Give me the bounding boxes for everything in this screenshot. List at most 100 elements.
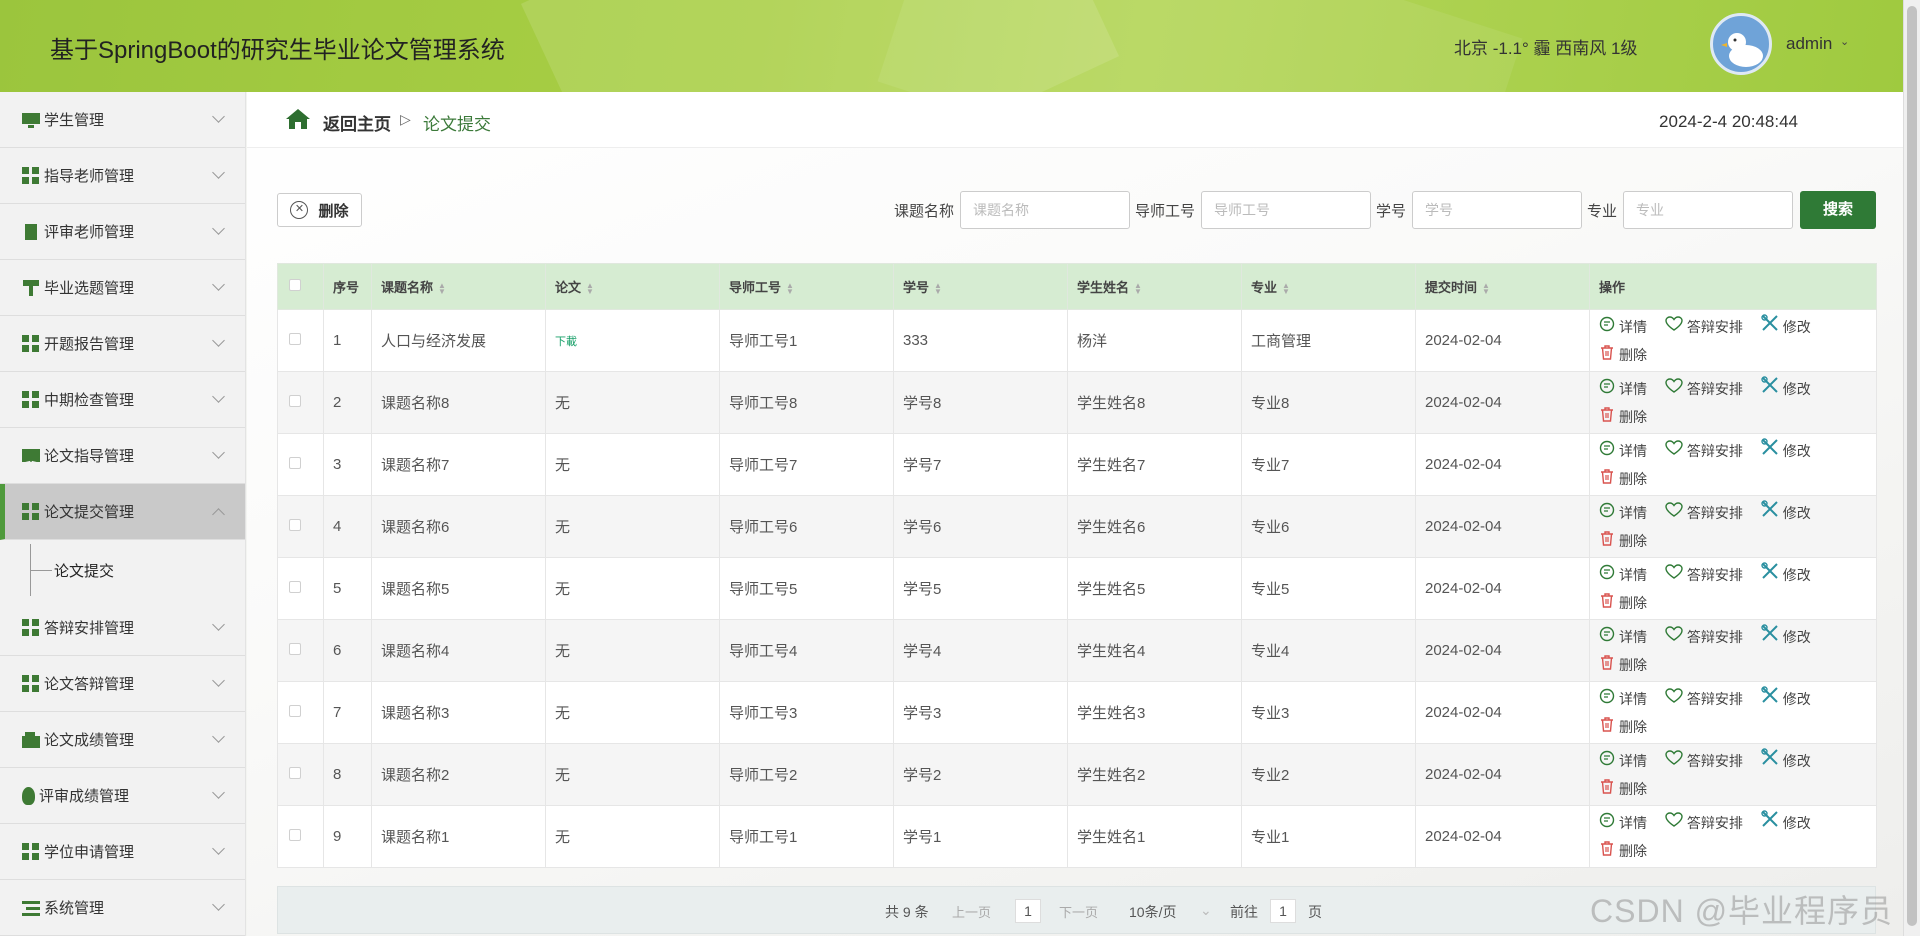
column-header: 操作 [1589,263,1877,310]
sidebar-item-proposal[interactable]: 开题报告管理 [0,316,245,372]
sidebar-item-reviewers[interactable]: 评审老师管理 [0,204,245,260]
arrange-defense-button[interactable]: 答辩安排 [1665,437,1743,465]
delete-button[interactable]: 删除 [1599,465,1647,493]
detail-button[interactable]: 详情 [1599,623,1647,651]
arrange-defense-button[interactable]: 答辩安排 [1665,747,1743,775]
detail-button[interactable]: 详情 [1599,499,1647,527]
scrollbar[interactable] [1903,0,1920,936]
search-button[interactable]: 搜索 [1800,191,1876,229]
edit-button[interactable]: 修改 [1761,685,1811,713]
user-menu[interactable]: admin [1786,34,1832,54]
detail-button[interactable]: 详情 [1599,809,1647,837]
row-checkbox[interactable] [277,557,324,620]
row-checkbox[interactable] [277,371,324,434]
prev-page-button[interactable]: 上一页 [952,902,991,921]
column-header[interactable]: 课题名称 ▲ ▼ [371,263,546,310]
detail-icon [1599,623,1619,651]
detail-button[interactable]: 详情 [1599,313,1647,341]
search-title-input[interactable]: 课题名称 [960,191,1130,229]
row-checkbox[interactable] [277,805,324,868]
column-header[interactable]: 学生姓名 ▲ ▼ [1067,263,1242,310]
sidebar-item-tutors[interactable]: 指导老师管理 [0,148,245,204]
column-header[interactable]: 提交时间 ▲ ▼ [1415,263,1590,310]
scissors-icon [1761,747,1783,775]
download-link[interactable]: 下載 [555,336,577,348]
sidebar-item-topics[interactable]: 毕业选题管理 [0,260,245,316]
sidebar-item-midterm[interactable]: 中期检查管理 [0,372,245,428]
delete-button[interactable]: 删除 [1599,341,1647,369]
edit-button[interactable]: 修改 [1761,747,1811,775]
chevron-down-icon[interactable]: ⌄ [1200,902,1212,919]
cell-paper[interactable]: 下載 [545,309,720,372]
arrange-defense-button[interactable]: 答辩安排 [1665,313,1743,341]
detail-button[interactable]: 详情 [1599,747,1647,775]
delete-button[interactable]: 删除 [1599,527,1647,555]
sidebar-item-paper-scores[interactable]: 论文成绩管理 [0,712,245,768]
sidebar-item-guidance[interactable]: 论文指导管理 [0,428,245,484]
edit-button[interactable]: 修改 [1761,561,1811,589]
page-size-select[interactable]: 10条/页 [1129,902,1176,922]
detail-button[interactable]: 详情 [1599,561,1647,589]
row-checkbox[interactable] [277,681,324,744]
sidebar-subitem-submission[interactable]: 论文提交 [0,540,245,600]
row-checkbox[interactable] [277,743,324,806]
row-checkbox[interactable] [277,433,324,496]
select-all-checkbox[interactable] [277,263,324,310]
sidebar-item-system[interactable]: 系统管理 [0,880,245,936]
sort-icon[interactable]: ▲ ▼ [438,281,446,295]
edit-button[interactable]: 修改 [1761,623,1811,651]
arrange-defense-button[interactable]: 答辩安排 [1665,623,1743,651]
delete-button[interactable]: 删除 [1599,589,1647,617]
delete-button[interactable]: 删除 [1599,775,1647,803]
sidebar-item-review-scores[interactable]: 评审成绩管理 [0,768,245,824]
arrange-defense-button[interactable]: 答辩安排 [1665,499,1743,527]
sort-icon[interactable]: ▲ ▼ [586,281,594,295]
delete-button[interactable]: 删除 [1599,651,1647,679]
detail-button[interactable]: 详情 [1599,437,1647,465]
scrollbar-thumb[interactable] [1907,6,1917,926]
sidebar-item-defense-arrangement[interactable]: 答辩安排管理 [0,600,245,656]
sidebar-item-defense[interactable]: 论文答辩管理 [0,656,245,712]
column-header[interactable]: 导师工号 ▲ ▼ [719,263,894,310]
column-header[interactable]: 论文 ▲ ▼ [545,263,720,310]
sort-icon[interactable]: ▲ ▼ [934,281,942,295]
edit-button[interactable]: 修改 [1761,499,1811,527]
sort-icon[interactable]: ▲ ▼ [1482,281,1490,295]
detail-button[interactable]: 详情 [1599,375,1647,403]
next-page-button[interactable]: 下一页 [1059,902,1098,921]
arrange-defense-button[interactable]: 答辩安排 [1665,375,1743,403]
avatar[interactable] [1710,13,1772,75]
arrange-defense-button[interactable]: 答辩安排 [1665,685,1743,713]
goto-page-input[interactable]: 1 [1270,899,1296,923]
sidebar-item-degree[interactable]: 学位申请管理 [0,824,245,880]
chevron-down-icon[interactable]: ⌄ [1840,35,1849,48]
column-header[interactable]: 学号 ▲ ▼ [893,263,1068,310]
detail-button[interactable]: 详情 [1599,685,1647,713]
edit-button[interactable]: 修改 [1761,809,1811,837]
bulk-delete-button[interactable]: ✕ 删除 [277,193,362,227]
edit-button[interactable]: 修改 [1761,437,1811,465]
sort-icon[interactable]: ▲ ▼ [1134,281,1142,295]
column-header[interactable]: 专业 ▲ ▼ [1241,263,1416,310]
row-checkbox[interactable] [277,619,324,682]
search-tutor-input[interactable]: 导师工号 [1201,191,1371,229]
sort-icon[interactable]: ▲ ▼ [1282,281,1290,295]
delete-button[interactable]: 删除 [1599,837,1647,865]
home-icon[interactable] [285,108,311,130]
current-page[interactable]: 1 [1015,899,1041,923]
delete-button[interactable]: 删除 [1599,713,1647,741]
arrange-defense-button[interactable]: 答辩安排 [1665,561,1743,589]
search-sid-input[interactable]: 学号 [1412,191,1582,229]
row-checkbox[interactable] [277,495,324,558]
edit-button[interactable]: 修改 [1761,375,1811,403]
delete-button[interactable]: 删除 [1599,403,1647,431]
home-link[interactable]: 返回主页 [323,110,391,135]
arrange-defense-button[interactable]: 答辩安排 [1665,809,1743,837]
sidebar-item-submission[interactable]: 论文提交管理 [0,484,245,540]
edit-button[interactable]: 修改 [1761,313,1811,341]
search-major-input[interactable]: 专业 [1623,191,1793,229]
row-checkbox[interactable] [277,309,324,372]
scissors-icon [1761,561,1783,589]
sort-icon[interactable]: ▲ ▼ [786,281,794,295]
sidebar-item-students[interactable]: 学生管理 [0,92,245,148]
